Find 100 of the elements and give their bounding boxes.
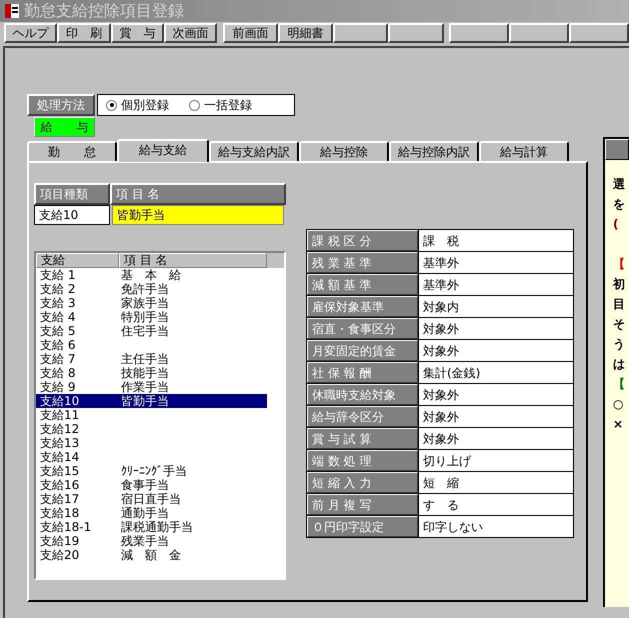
attribute-label: 賞 与 試 算 <box>307 428 418 449</box>
list-row[interactable]: 支給 4 特別手当 <box>36 310 267 324</box>
list-row[interactable]: 支給15 ｸﾘｰﾆﾝｸﾞ手当 <box>36 464 267 478</box>
toolbar-button[interactable]: ヘルプ <box>4 23 58 43</box>
help-text: 選 <box>613 177 625 191</box>
list-row[interactable]: 支給 9 作業手当 <box>36 380 267 394</box>
toolbar-button[interactable]: 印 刷 <box>57 23 111 43</box>
list-row[interactable]: 支給 7 主任手当 <box>36 352 267 366</box>
app-icon <box>4 3 20 19</box>
name-text: 住宅手当 <box>121 324 169 338</box>
name-text: 免許手当 <box>121 282 169 296</box>
code-text: 支給 7 <box>39 352 76 366</box>
attribute-value: 集計(金銭) <box>419 362 573 383</box>
toolbar-button[interactable] <box>333 23 388 43</box>
help-text: 初 <box>613 277 625 291</box>
list-row[interactable]: 支給16 食事手当 <box>36 478 267 492</box>
name-text: 課税通勤手当 <box>121 520 193 534</box>
list-row[interactable]: 支給 1 基 本 給 <box>36 268 267 282</box>
list-row[interactable]: 支給 3 家族手当 <box>36 296 267 310</box>
item-kind-field[interactable]: 支給10 <box>34 205 110 225</box>
attribute-value: 印字しない <box>419 516 573 537</box>
item-name-field[interactable]: 皆勤手当 <box>112 205 284 225</box>
list-row[interactable]: 支給19 残業手当 <box>36 534 267 548</box>
toolbar-button[interactable]: 前画面 <box>222 23 278 43</box>
code-text: 支給 4 <box>39 310 76 324</box>
radio-icon[interactable] <box>106 100 117 110</box>
code-text: 支給19 <box>39 534 80 548</box>
radio-icon[interactable] <box>189 100 200 110</box>
name-text: 作業手当 <box>121 380 169 394</box>
column-header: 項目種類 <box>34 183 110 205</box>
code-text: 支給13 <box>39 436 80 450</box>
attribute-value: 課 税 <box>419 230 573 251</box>
list-row[interactable]: 支給 8 技能手当 <box>36 366 267 380</box>
attribute-label: 前 月 複 写 <box>307 494 418 515</box>
attribute-label: 給与辞令区分 <box>307 406 418 427</box>
help-text: う <box>613 337 625 351</box>
help-text: そ <box>613 317 625 331</box>
code-text: 支給15 <box>39 464 80 478</box>
code-text: 支給11 <box>39 408 80 422</box>
tab[interactable]: 給与支給 <box>117 139 209 162</box>
code-text: 支給16 <box>39 478 80 492</box>
help-text: ( <box>613 217 618 231</box>
column-header: 支給 <box>36 253 119 268</box>
attribute-value: 基準外 <box>419 274 573 295</box>
name-text: 主任手当 <box>121 352 169 366</box>
list-row[interactable]: 支給20 減 額 金 <box>36 548 267 562</box>
tab[interactable]: 給与控除内訳 <box>389 141 479 161</box>
tab[interactable]: 給与控除 <box>299 141 389 161</box>
radio-option[interactable]: 個別登録 <box>106 96 169 114</box>
list-row[interactable]: 支給18-1 課税通勤手当 <box>36 520 267 534</box>
help-text: × <box>613 417 624 431</box>
attribute-value: 対象外 <box>419 318 573 339</box>
toolbar-button[interactable]: 賞 与 <box>110 23 164 43</box>
tab[interactable]: 勤 怠 <box>27 141 117 161</box>
method-label: 処理方法 <box>27 94 95 116</box>
name-text: 食事手当 <box>121 478 169 492</box>
list-row[interactable]: 支給 2 免許手当 <box>36 282 267 296</box>
list-row[interactable]: 支給12 <box>36 422 267 436</box>
toolbar-button[interactable] <box>388 23 444 43</box>
attribute-value: 対象外 <box>419 340 573 361</box>
name-text: 特別手当 <box>121 310 169 324</box>
name-text: 技能手当 <box>121 366 169 380</box>
list-row[interactable]: 支給14 <box>36 450 267 464</box>
code-text: 支給 8 <box>39 366 76 380</box>
toolbar-button[interactable] <box>449 23 510 43</box>
help-text: ○ <box>613 397 624 411</box>
code-text: 支給10 <box>39 394 80 408</box>
name-text: 皆勤手当 <box>121 394 169 408</box>
code-text: 支給 2 <box>39 282 76 296</box>
tab[interactable]: 給与計算 <box>479 141 569 161</box>
toolbar-button[interactable]: 次画面 <box>164 23 218 43</box>
attribute-label: 月変固定的賃金 <box>307 340 418 361</box>
code-text: 支給18-1 <box>39 520 92 534</box>
list-row[interactable]: 支給10 皆勤手当 <box>36 394 267 408</box>
list-row[interactable]: 支給13 <box>36 436 267 450</box>
code-text: 支給 1 <box>39 268 76 282</box>
attribute-value: 対象内 <box>419 296 573 317</box>
list-row[interactable]: 支給11 <box>36 408 267 422</box>
list-row[interactable]: 支給 5 住宅手当 <box>36 324 267 338</box>
code-text: 支給18 <box>39 506 80 520</box>
code-text: 支給14 <box>39 450 80 464</box>
code-text: 支給17 <box>39 492 80 506</box>
toolbar-button[interactable]: 明細書 <box>278 23 334 43</box>
help-text: 【 <box>613 257 625 271</box>
attribute-value: 短 縮 <box>419 472 573 493</box>
code-text: 支給20 <box>39 548 80 562</box>
toolbar-button[interactable] <box>509 23 570 43</box>
name-text: ｸﾘｰﾆﾝｸﾞ手当 <box>121 464 187 478</box>
help-text: を <box>613 197 625 211</box>
toolbar-button[interactable] <box>569 23 629 43</box>
attribute-label: 休職時支給対象 <box>307 384 418 405</box>
radio-option[interactable]: 一括登録 <box>189 96 252 114</box>
list-row[interactable]: 支給17 宿日直手当 <box>36 492 267 506</box>
list-row[interactable]: 支給18 通勤手当 <box>36 506 267 520</box>
help-text: 【 <box>613 377 625 391</box>
tab[interactable]: 給与支給内訳 <box>209 141 299 161</box>
list-row[interactable]: 支給 6 <box>36 338 267 352</box>
code-text: 支給12 <box>39 422 80 436</box>
attribute-label: 残 業 基 準 <box>307 252 418 273</box>
attribute-label: 減 額 基 準 <box>307 274 418 295</box>
